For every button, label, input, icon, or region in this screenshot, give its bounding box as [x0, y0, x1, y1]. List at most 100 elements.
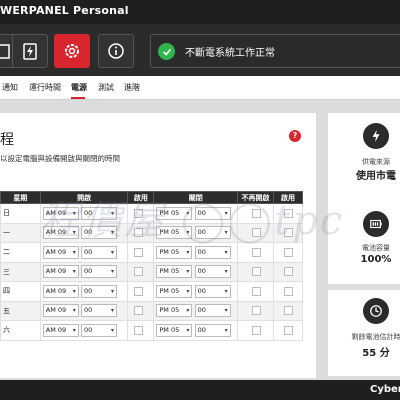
on-ampm-select[interactable]: AM 09 [42, 304, 79, 318]
no-on-cell [237, 203, 275, 224]
day-cell: 五 [0, 300, 41, 321]
day-cell: 二 [0, 242, 41, 263]
off-minute-select[interactable]: 00 [194, 284, 231, 298]
on-ampm-select[interactable]: AM 09 [42, 323, 79, 337]
no-on-cell [237, 261, 275, 282]
power-source-label: 供電來源 [362, 158, 390, 166]
on-minute-select[interactable]: 00 [81, 304, 118, 318]
lightning-icon [363, 123, 389, 149]
enable-off-checkbox[interactable] [284, 267, 294, 277]
tab-power[interactable]: 電源 [71, 82, 87, 93]
enable-on-checkbox[interactable] [134, 247, 144, 257]
col-no-on: 不再開啟 [237, 191, 275, 204]
enable-on-checkbox[interactable] [134, 267, 144, 277]
on-time-cell: AM 09 00 [39, 242, 129, 263]
brand-logo: CyberP [370, 384, 400, 395]
enable-on-checkbox[interactable] [134, 228, 144, 238]
on-ampm-select[interactable]: AM 09 [42, 265, 79, 279]
no-on-checkbox[interactable] [252, 306, 262, 316]
off-time-cell: PM 05 00 [153, 242, 239, 263]
on-minute-select[interactable]: 00 [81, 284, 118, 298]
enable-on-checkbox[interactable] [134, 306, 144, 316]
tab-notify[interactable]: 通知 [2, 82, 18, 93]
no-on-checkbox[interactable] [252, 286, 262, 296]
off-minute-select[interactable]: 00 [194, 245, 231, 259]
enable-off-cell [273, 242, 303, 263]
runtime-value: 55 分 [362, 348, 390, 359]
off-minute-select[interactable]: 00 [194, 304, 231, 318]
clock-icon [363, 298, 389, 324]
check-icon [158, 43, 175, 60]
on-minute-select[interactable]: 00 [81, 245, 118, 259]
enable-off-checkbox[interactable] [284, 325, 294, 335]
day-cell: 六 [0, 320, 41, 341]
tab-runtime[interactable]: 運行時間 [29, 82, 61, 93]
no-on-checkbox[interactable] [252, 247, 262, 257]
col-enable-off: 啟用 [273, 191, 303, 204]
table-row: 五AM 09 00PM 05 00 [0, 300, 303, 321]
col-enable-on: 啟用 [127, 191, 155, 204]
table-row: 六AM 09 00PM 05 00 [0, 320, 303, 341]
enable-off-checkbox[interactable] [284, 306, 294, 316]
enable-off-checkbox[interactable] [284, 247, 294, 257]
runtime-card: 剩餘電池估計時 55 分 [328, 290, 400, 376]
enable-on-checkbox[interactable] [134, 325, 144, 335]
day-cell: 日 [0, 203, 41, 224]
off-minute-select[interactable]: 00 [194, 226, 231, 240]
on-time-cell: AM 09 00 [39, 222, 129, 243]
col-day: 星期 [0, 191, 41, 204]
off-minute-select[interactable]: 00 [194, 265, 231, 279]
on-ampm-select[interactable]: AM 09 [42, 226, 79, 240]
info-button[interactable] [98, 34, 134, 68]
no-on-checkbox[interactable] [252, 325, 262, 335]
off-ampm-select[interactable]: PM 05 [156, 323, 193, 337]
runtime-label: 剩餘電池估計時 [351, 333, 400, 341]
enable-off-checkbox[interactable] [284, 208, 294, 218]
on-minute-select[interactable]: 00 [81, 226, 118, 240]
no-on-checkbox[interactable] [252, 208, 262, 218]
table-row: 三AM 09 00PM 05 00 [0, 261, 303, 282]
info-icon [108, 43, 124, 59]
enable-on-checkbox[interactable] [134, 208, 144, 218]
enable-off-checkbox[interactable] [284, 286, 294, 296]
off-ampm-select[interactable]: PM 05 [156, 284, 193, 298]
table-row: 四AM 09 00PM 05 00 [0, 281, 303, 302]
power-button[interactable] [12, 34, 48, 68]
on-ampm-select[interactable]: AM 09 [42, 245, 79, 259]
settings-icon [65, 44, 79, 58]
battery-label: 電池容量 [362, 244, 390, 252]
off-minute-select[interactable]: 00 [194, 206, 231, 220]
on-minute-select[interactable]: 00 [81, 323, 118, 337]
tab-test[interactable]: 測試 [98, 82, 114, 93]
off-ampm-select[interactable]: PM 05 [156, 304, 193, 318]
on-time-cell: AM 09 00 [39, 281, 129, 302]
enable-on-checkbox[interactable] [134, 286, 144, 296]
battery-value: 100% [360, 254, 392, 265]
off-time-cell: PM 05 00 [153, 300, 239, 321]
col-off: 關閉 [153, 191, 239, 204]
no-on-checkbox[interactable] [252, 228, 262, 238]
no-on-checkbox[interactable] [252, 267, 262, 277]
settings-button[interactable] [54, 34, 90, 68]
off-time-cell: PM 05 00 [153, 281, 239, 302]
toolbar: 不斷電系統工作正常 [0, 24, 400, 76]
help-icon[interactable]: ? [289, 130, 301, 142]
off-ampm-select[interactable]: PM 05 [156, 265, 193, 279]
active-tab-indicator [71, 97, 85, 99]
on-minute-select[interactable]: 00 [81, 206, 118, 220]
on-minute-select[interactable]: 00 [81, 265, 118, 279]
off-minute-select[interactable]: 00 [194, 323, 231, 337]
schedule-panel: 程 ? 以設定電腦與設備開啟與關閉的時間 星期 開啟 啟用 關閉 不再開啟 啟用… [0, 113, 316, 378]
on-ampm-select[interactable]: AM 09 [42, 284, 79, 298]
no-on-cell [237, 242, 275, 263]
on-ampm-select[interactable]: AM 09 [42, 206, 79, 220]
off-time-cell: PM 05 00 [153, 320, 239, 341]
on-time-cell: AM 09 00 [39, 203, 129, 224]
no-on-cell [237, 320, 275, 341]
enable-off-checkbox[interactable] [284, 228, 294, 238]
off-ampm-select[interactable]: PM 05 [156, 245, 193, 259]
tab-advanced[interactable]: 進階 [124, 82, 140, 93]
off-ampm-select[interactable]: PM 05 [156, 206, 193, 220]
off-ampm-select[interactable]: PM 05 [156, 226, 193, 240]
enable-off-cell [273, 222, 303, 243]
